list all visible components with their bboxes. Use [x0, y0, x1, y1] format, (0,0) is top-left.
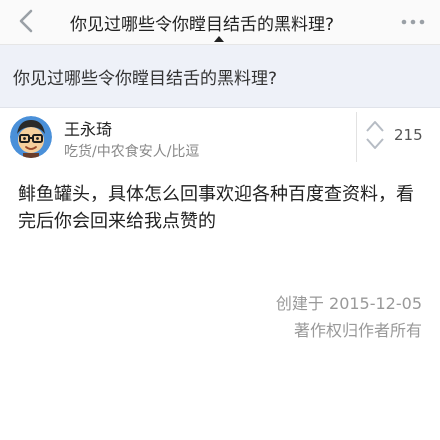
top-nav-bar: 你见过哪些令你瞠目结舌的黑料理?	[0, 0, 440, 45]
more-horizontal-icon	[401, 19, 425, 25]
author-row: 王永琦 吃货/中农食安人/比逗 215	[0, 108, 440, 166]
nav-title[interactable]: 你见过哪些令你瞠目结舌的黑料理?	[70, 10, 334, 35]
vote-arrows-icon	[366, 121, 384, 149]
answer-meta: 创建于 2015-12-05 著作权归作者所有	[276, 290, 422, 344]
created-date: 创建于 2015-12-05	[275, 294, 422, 313]
caret-up-icon	[214, 36, 224, 42]
avatar-cartoon-glasses-icon	[10, 116, 52, 158]
vote-divider	[356, 112, 357, 162]
copyright-notice: 著作权归作者所有	[293, 321, 422, 340]
author-bio: 吃货/中农食安人/比逗	[64, 144, 200, 160]
back-button[interactable]	[14, 8, 40, 34]
more-button[interactable]	[400, 14, 426, 28]
chevron-left-icon	[19, 9, 33, 33]
author-name[interactable]: 王永琦	[64, 116, 112, 140]
vote-count: 215	[394, 126, 423, 144]
answer-text: 鲱鱼罐头，具体怎么回事欢迎各种百度查资料，看完后你会回来给我点赞的	[18, 184, 414, 232]
question-title[interactable]: 你见过哪些令你瞠目结舌的黑料理?	[13, 64, 277, 89]
question-header[interactable]: 你见过哪些令你瞠目结舌的黑料理?	[0, 45, 440, 108]
vote-button[interactable]	[364, 118, 386, 152]
avatar[interactable]	[10, 116, 52, 158]
answer-page: 你见过哪些令你瞠目结舌的黑料理? 你见过哪些令你瞠目结舌的黑料理? 王永琦 吃货…	[0, 0, 440, 440]
